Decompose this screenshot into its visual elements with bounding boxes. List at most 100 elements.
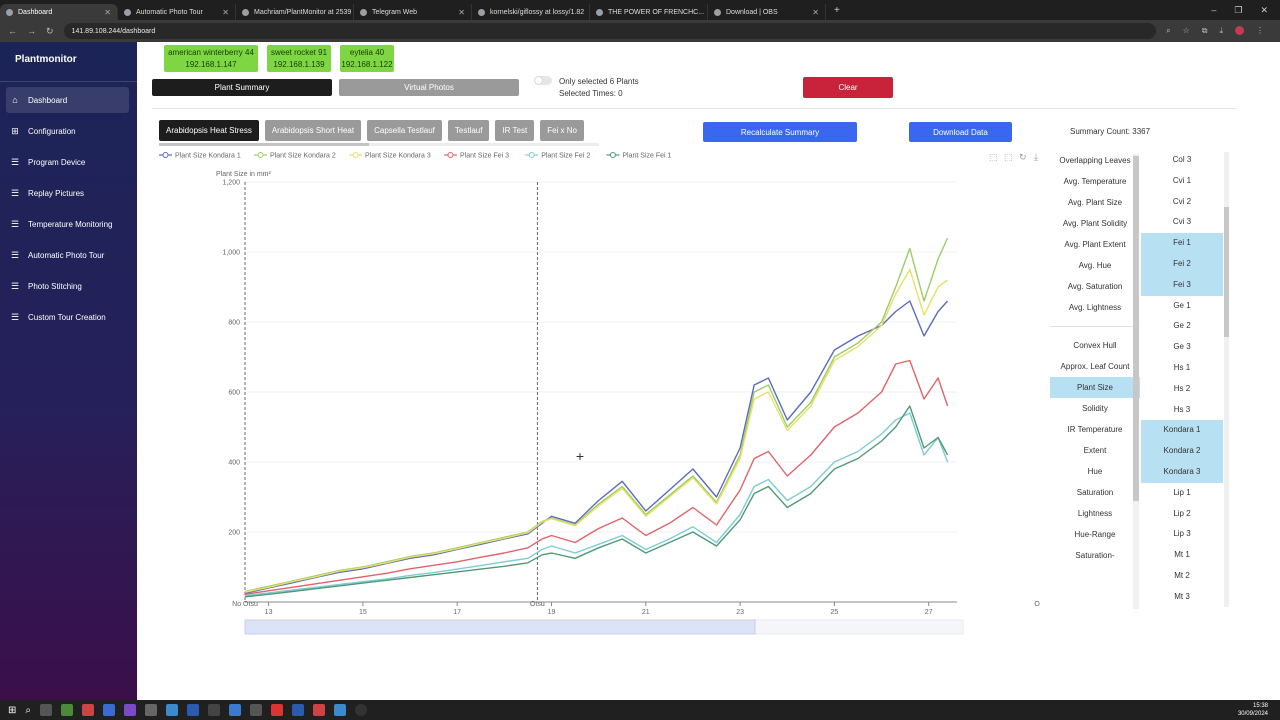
plant-item[interactable]: Kondara 1 (1141, 420, 1223, 442)
plant-item[interactable]: Hs 3 (1141, 400, 1223, 421)
feature-item[interactable]: Convex Hull (1050, 335, 1140, 356)
feature-item[interactable]: Plant Size (1050, 377, 1140, 398)
feature-item[interactable]: Avg. Plant Size (1050, 192, 1140, 213)
plant-item[interactable]: Col 3 (1141, 150, 1223, 171)
taskbar-app-icon[interactable] (229, 704, 241, 716)
experiment-tab[interactable]: Arabidopsis Short Heat (264, 120, 362, 141)
browser-tab[interactable]: Download | OBS ✕ (708, 4, 826, 20)
feature-item[interactable]: Lightness (1050, 503, 1140, 524)
plant-item[interactable]: Ge 1 (1141, 296, 1223, 317)
plant-list-scrollbar[interactable] (1224, 152, 1229, 607)
plant-item[interactable]: Ge 3 (1141, 337, 1223, 358)
plant-item[interactable]: Lip 1 (1141, 483, 1223, 504)
plant-summary-button[interactable]: Plant Summary (152, 79, 332, 96)
browser-tab[interactable]: Automatic Photo Tour ✕ (118, 4, 236, 20)
restore-icon[interactable]: ↻ (1019, 152, 1027, 162)
forward-icon[interactable]: → (27, 26, 36, 36)
plant-item[interactable]: Lip 2 (1141, 504, 1223, 525)
feature-item[interactable]: Approx. Leaf Count (1050, 356, 1140, 377)
feature-item[interactable]: Saturation (1050, 482, 1140, 503)
plant-item[interactable]: Mt 1 (1141, 545, 1223, 566)
zoom-icon[interactable]: ⬚ (989, 152, 998, 162)
device-card[interactable]: eytelia 40 192.168.1.122 (340, 45, 394, 72)
bookmark-star-icon[interactable]: ☆ (1183, 26, 1190, 36)
sidebar-item-photo-stitching[interactable]: ☰ Photo Stitching (6, 273, 129, 299)
plant-item[interactable]: Mt 3 (1141, 587, 1223, 608)
taskbar-app-icon[interactable] (334, 704, 346, 716)
feature-item[interactable]: Hue (1050, 461, 1140, 482)
plant-item[interactable]: Mt 2 (1141, 566, 1223, 587)
taskbar-app-icon[interactable] (166, 704, 178, 716)
plant-item[interactable]: Kondara 3 (1141, 461, 1223, 483)
feature-item[interactable]: Avg. Lightness (1050, 297, 1140, 318)
experiment-tab[interactable]: Testlauf (447, 120, 490, 141)
plant-size-chart[interactable]: Plant Size Kondara 1 Plant Size Kondara 2… (137, 146, 1057, 646)
taskbar-app-icon[interactable] (61, 704, 73, 716)
plant-item[interactable]: Ge 2 (1141, 316, 1223, 337)
minimize-icon[interactable]: – (1211, 5, 1216, 16)
download-icon[interactable]: ⤓ (1219, 26, 1223, 36)
feature-item[interactable]: Avg. Plant Extent (1050, 234, 1140, 255)
sidebar-item-dashboard[interactable]: ⌂ Dashboard (6, 87, 129, 113)
taskbar-app-icon[interactable] (292, 704, 304, 716)
feature-item[interactable]: Avg. Hue (1050, 255, 1140, 276)
save-image-icon[interactable]: ⤓ (1034, 152, 1038, 162)
maximize-icon[interactable]: ❐ (1234, 5, 1242, 16)
device-card[interactable]: sweet rocket 91 192.168.1.139 (267, 45, 331, 72)
tab-close-icon[interactable]: ✕ (104, 8, 111, 17)
zoom-reset-icon[interactable]: ⬚ (1004, 152, 1013, 162)
taskbar-app-icon[interactable] (187, 704, 199, 716)
sidebar-item-custom-tour-creation[interactable]: ☰ Custom Tour Creation (6, 304, 129, 330)
plant-item[interactable]: Hs 1 (1141, 358, 1223, 379)
feature-item[interactable]: Avg. Temperature (1050, 171, 1140, 192)
plant-item[interactable]: Hs 2 (1141, 379, 1223, 400)
feature-item[interactable]: Extent (1050, 440, 1140, 461)
close-window-icon[interactable]: ✕ (1260, 5, 1268, 16)
tab-close-icon[interactable]: ✕ (222, 8, 229, 17)
plant-item[interactable]: Fei 2 (1141, 253, 1223, 275)
experiment-tab[interactable]: Arabidopsis Heat Stress (159, 120, 259, 141)
recalculate-summary-button[interactable]: Recalculate Summary (703, 122, 857, 142)
plant-item[interactable]: Fei 3 (1141, 274, 1223, 296)
back-icon[interactable]: ← (8, 26, 17, 36)
browser-tab[interactable]: kornelski/giflossy at lossy/1.82✕ (472, 4, 590, 20)
plant-item[interactable]: Lip 3 (1141, 524, 1223, 545)
reload-icon[interactable]: ↻ (46, 26, 54, 37)
plant-item[interactable]: Cvi 2 (1141, 192, 1223, 213)
taskbar-app-icon[interactable] (124, 704, 136, 716)
taskbar-app-icon[interactable] (145, 704, 157, 716)
sidebar-item-replay-pictures[interactable]: ☰ Replay Pictures (6, 180, 129, 206)
sidebar-item-temperature-monitoring[interactable]: ☰ Temperature Monitoring (6, 211, 129, 237)
browser-tab[interactable]: Machriam/PlantMonitor at 2539✕ (236, 4, 354, 20)
windows-start-icon[interactable]: ⊞ (8, 705, 16, 716)
datazoom-window[interactable] (244, 619, 756, 635)
feature-list-scrollbar[interactable] (1133, 154, 1139, 609)
taskbar-app-icon[interactable] (40, 704, 52, 716)
feature-item[interactable]: Hue-Range (1050, 524, 1140, 545)
virtual-photos-button[interactable]: Virtual Photos (339, 79, 519, 96)
taskbar-app-icon[interactable] (271, 704, 283, 716)
browser-tab[interactable]: THE POWER OF FRENCHC...✕ (590, 4, 708, 20)
download-data-button[interactable]: Download Data (909, 122, 1012, 142)
feature-item[interactable]: IR Temperature (1050, 419, 1140, 440)
only-selected-toggle[interactable] (534, 76, 552, 85)
clear-button[interactable]: Clear (803, 77, 893, 98)
sidebar-item-configuration[interactable]: ⊞ Configuration (6, 118, 129, 144)
taskbar-app-icon[interactable] (313, 704, 325, 716)
experiment-tab[interactable]: Fei x No (540, 120, 584, 141)
feature-item[interactable]: Avg. Saturation (1050, 276, 1140, 297)
tab-close-icon[interactable]: ✕ (812, 8, 819, 17)
taskbar-app-icon[interactable] (208, 704, 220, 716)
plant-item[interactable]: Cvi 1 (1141, 171, 1223, 192)
plant-item[interactable]: Kondara 2 (1141, 441, 1223, 462)
taskbar-search-icon[interactable]: ⌕ (25, 705, 31, 716)
browser-tab[interactable]: Dashboard ✕ (0, 4, 118, 20)
experiment-tab[interactable]: Capsella Testlauf (367, 120, 442, 141)
device-card[interactable]: american winterberry 44 192.168.1.147 (164, 45, 258, 72)
menu-icon[interactable]: ⋮ (1256, 26, 1264, 36)
extensions-icon[interactable]: ⧉ (1202, 26, 1208, 36)
taskbar-app-icon[interactable] (103, 704, 115, 716)
feature-item[interactable]: Overlapping Leaves (1050, 150, 1140, 171)
tab-close-icon[interactable]: ✕ (458, 8, 465, 17)
feature-item[interactable]: Saturation- (1050, 545, 1140, 566)
